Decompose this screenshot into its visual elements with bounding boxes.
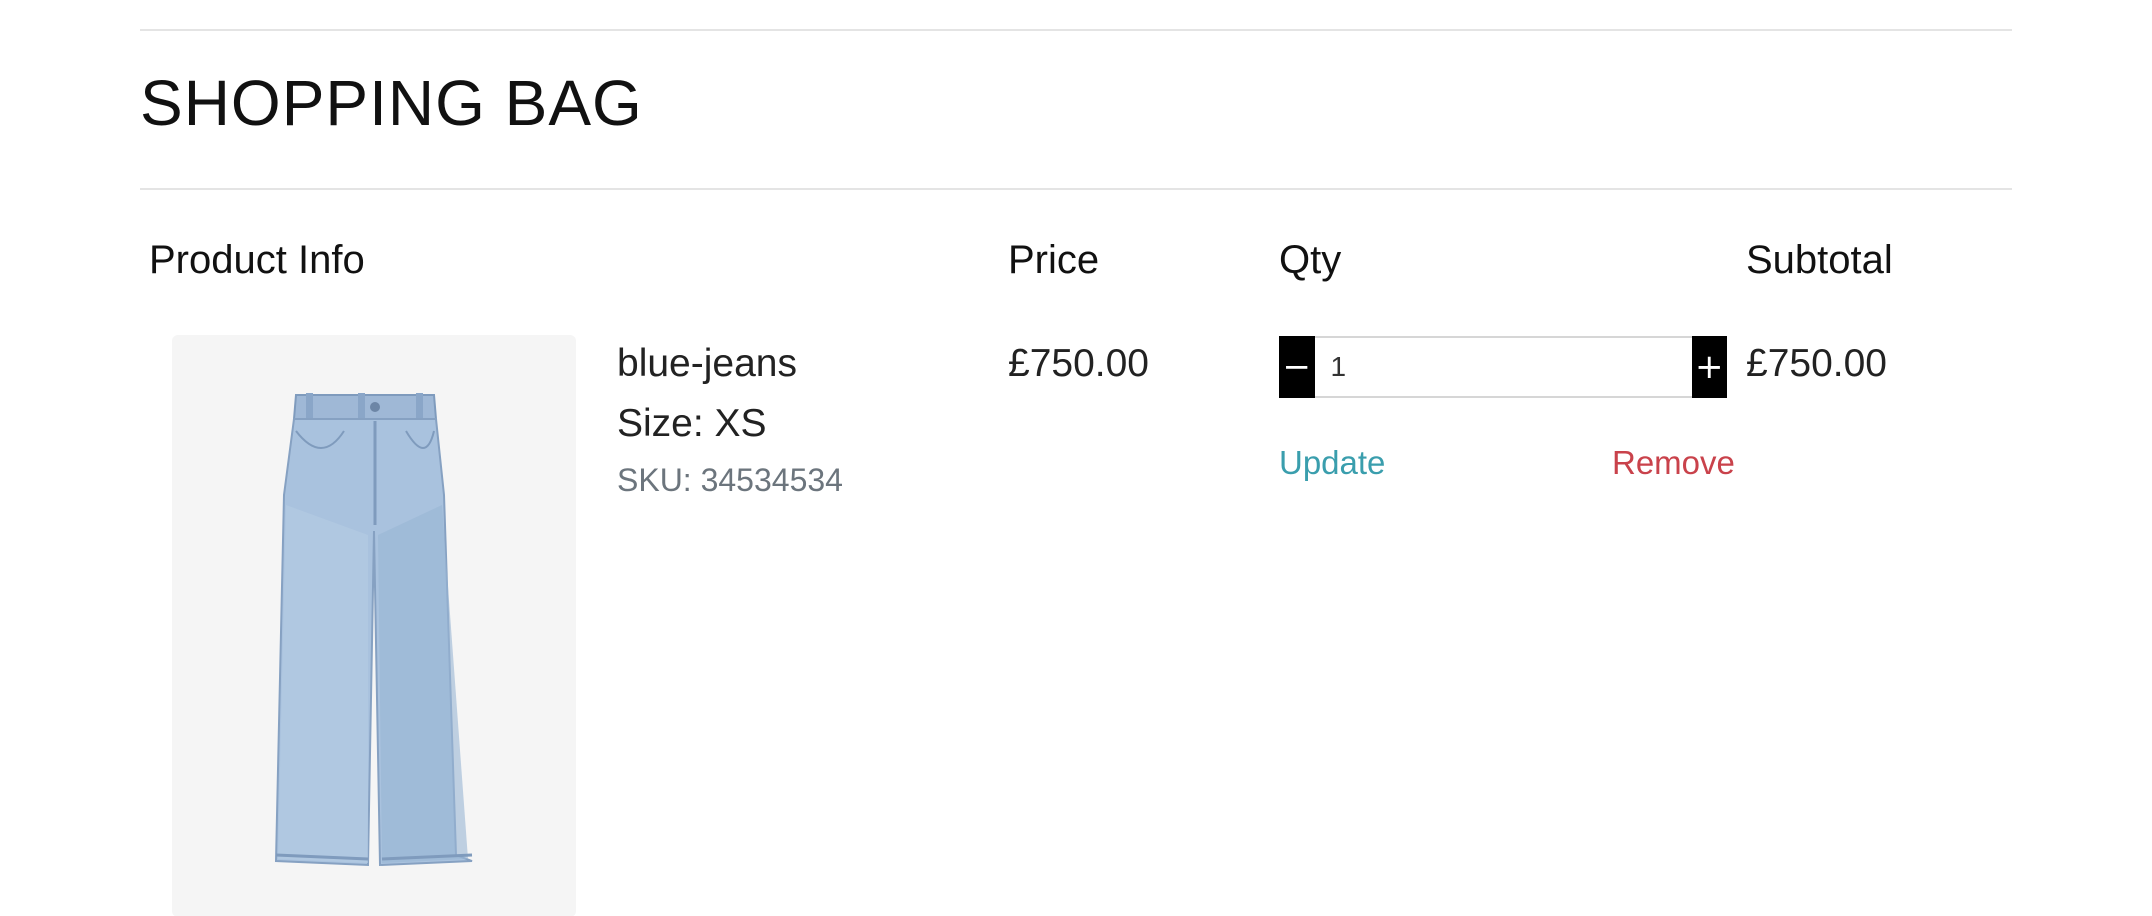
header-qty: Qty [1279, 238, 1342, 282]
product-sku: SKU: 34534534 [617, 462, 843, 498]
qty-increment-button[interactable]: + [1691, 336, 1727, 398]
header-price: Price [1008, 238, 1100, 282]
page-title: SHOPPING BAG [140, 67, 643, 139]
title-divider [140, 188, 2012, 190]
header-product-info: Product Info [149, 238, 365, 282]
item-price: £750.00 [1008, 342, 1149, 385]
top-divider [140, 29, 2012, 31]
item-subtotal: £750.00 [1746, 342, 1887, 385]
product-image[interactable] [172, 335, 576, 916]
jeans-image-icon [274, 393, 473, 867]
product-size: Size: XS [617, 402, 767, 445]
update-link[interactable]: Update [1279, 444, 1385, 482]
quantity-stepper: − + [1279, 336, 1727, 398]
header-subtotal: Subtotal [1746, 238, 1893, 282]
product-name[interactable]: blue-jeans [617, 342, 797, 386]
qty-decrement-button[interactable]: − [1279, 336, 1315, 398]
remove-link[interactable]: Remove [1612, 444, 1735, 482]
qty-input[interactable] [1314, 336, 1692, 398]
